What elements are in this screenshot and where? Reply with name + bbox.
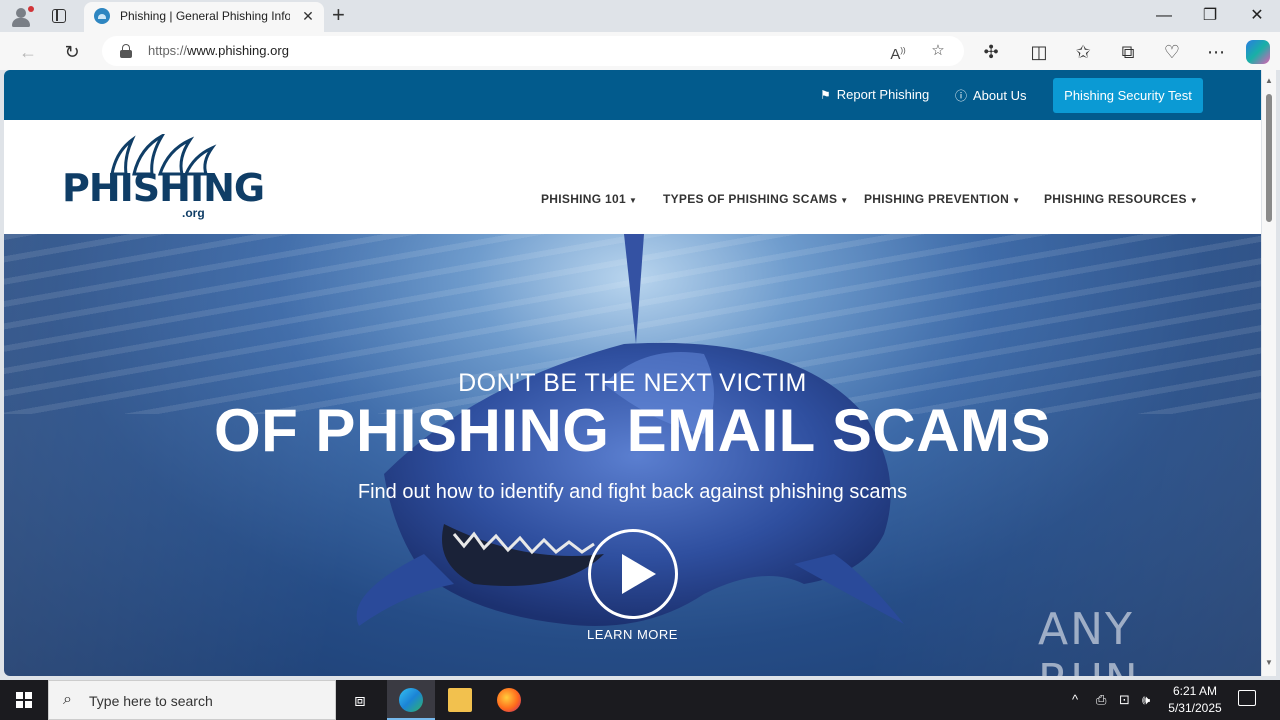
page-scrollbar[interactable]: ▲ ▼ xyxy=(1262,70,1276,676)
chevron-down-icon: ▼ xyxy=(1189,196,1198,205)
system-clock[interactable]: 6:21 AM 5/31/2025 xyxy=(1160,683,1230,717)
url-host: www.phishing.org xyxy=(187,43,289,58)
menu-label: PHISHING PREVENTION xyxy=(864,192,1010,206)
new-tab-button[interactable]: + xyxy=(332,4,350,26)
page-viewport: ⚑ Report Phishing ⓘ About Us Phishing Secu… xyxy=(4,70,1261,676)
file-explorer-icon[interactable] xyxy=(448,688,472,712)
anyrun-watermark: ANY RUN xyxy=(1038,604,1138,676)
profile-icon[interactable] xyxy=(10,6,34,28)
menu-types-of-phishing-scams[interactable]: TYPES OF PHISHING SCAMS ▼ xyxy=(663,192,848,206)
chevron-down-icon: ▼ xyxy=(628,196,638,205)
read-aloud-icon[interactable]: A)) xyxy=(888,41,908,63)
copilot-icon[interactable] xyxy=(1246,40,1270,64)
more-options-icon[interactable]: ⋯ xyxy=(1205,41,1227,63)
about-us-link[interactable]: ⓘ About Us xyxy=(955,87,1027,104)
logo-text: PHISHING xyxy=(62,166,265,210)
restore-button[interactable]: ❐ xyxy=(1200,6,1220,26)
about-us-label: About Us xyxy=(973,88,1027,103)
scroll-up-icon[interactable]: ▲ xyxy=(1264,76,1274,85)
edge-taskbar-active[interactable] xyxy=(387,680,435,720)
browser-tab-bar: Phishing | General Phishing Information … xyxy=(0,0,1280,32)
back-icon[interactable]: ← xyxy=(17,41,39,63)
refresh-icon[interactable]: ↻ xyxy=(61,41,83,63)
chevron-down-icon: ▼ xyxy=(840,196,849,205)
menu-phishing-101[interactable]: PHISHING 101 ▼ xyxy=(541,192,637,206)
clock-time: 6:21 AM xyxy=(1172,684,1218,698)
collections-icon[interactable]: ⧉ xyxy=(1117,41,1139,63)
url-scheme: https:// xyxy=(148,43,188,58)
url-text[interactable]: https://www.phishing.org xyxy=(148,43,289,58)
hero-subtitle: DON'T BE THE NEXT VICTIM xyxy=(458,369,807,397)
site-logo[interactable]: PHISHING .org xyxy=(62,134,265,220)
taskbar-search-box[interactable]: ⌕ Type here to search xyxy=(48,680,336,720)
browser-toolbar: ← ↻ https://www.phishing.org A)) ☆ ✣ ◫ ✩… xyxy=(0,32,1280,70)
menu-phishing-resources[interactable]: PHISHING RESOURCES ▼ xyxy=(1044,192,1198,206)
flag-icon: ⚑ xyxy=(820,88,831,102)
menu-label: TYPES OF PHISHING SCAMS xyxy=(663,192,838,206)
favorite-star-icon[interactable]: ☆ xyxy=(928,41,948,61)
favorites-icon[interactable]: ✩ xyxy=(1072,41,1094,63)
site-favicon-icon xyxy=(94,8,110,24)
extensions-icon[interactable]: ✣ xyxy=(980,41,1002,63)
close-window-button[interactable]: ✕ xyxy=(1247,6,1267,26)
phishing-security-test-button[interactable]: Phishing Security Test xyxy=(1053,78,1203,113)
logo-suffix: .org xyxy=(182,206,205,220)
windows-start-icon[interactable] xyxy=(16,692,32,708)
lock-icon[interactable] xyxy=(120,44,132,58)
device-icon[interactable]: ⎙ xyxy=(1096,692,1106,708)
report-phishing-label: Report Phishing xyxy=(836,87,930,102)
info-icon: ⓘ xyxy=(955,89,968,103)
volume-icon[interactable]: 🕪 xyxy=(1142,692,1150,708)
browser-essentials-icon[interactable]: ♡ xyxy=(1161,41,1183,63)
site-top-bar: ⚑ Report Phishing ⓘ About Us Phishing Secu… xyxy=(4,70,1261,120)
task-view-icon[interactable]: ⧈ xyxy=(348,688,372,712)
search-icon: ⌕ xyxy=(63,691,72,708)
clock-date: 5/31/2025 xyxy=(1168,701,1222,715)
tab-actions-icon[interactable] xyxy=(50,7,70,25)
browser-tab-active[interactable]: Phishing | General Phishing Information … xyxy=(84,2,324,32)
show-hidden-icons-icon[interactable]: ^ xyxy=(1072,692,1078,707)
scroll-down-icon[interactable]: ▼ xyxy=(1264,658,1274,667)
notifications-icon[interactable] xyxy=(1238,690,1256,706)
split-screen-icon[interactable]: ◫ xyxy=(1028,41,1050,63)
play-icon xyxy=(622,554,656,594)
taskbar-search-placeholder: Type here to search xyxy=(89,693,213,709)
edge-icon xyxy=(399,688,423,712)
address-bar[interactable]: https://www.phishing.org A)) ☆ xyxy=(102,36,964,66)
hero-banner: DON'T BE THE NEXT VICTIM OF PHISHING EMA… xyxy=(4,234,1261,676)
tab-title: Phishing | General Phishing Information xyxy=(120,9,290,23)
hero-title: OF PHISHING EMAIL SCAMS xyxy=(213,397,1052,464)
chevron-down-icon: ▼ xyxy=(1012,196,1021,205)
firefox-icon[interactable] xyxy=(497,688,521,712)
network-icon[interactable]: ⊡ xyxy=(1119,692,1130,708)
windows-taskbar: ⌕ Type here to search ⧈ ^ ⎙ ⊡ 🕪 6:21 AM … xyxy=(0,680,1280,720)
hero-description: Find out how to identify and fight back … xyxy=(357,481,908,503)
site-header: PHISHING .org PHISHING 101 ▼ TYPES OF PHI… xyxy=(4,120,1261,234)
minimize-button[interactable]: — xyxy=(1154,6,1174,26)
play-video-button[interactable] xyxy=(588,529,678,619)
menu-label: PHISHING RESOURCES xyxy=(1044,192,1187,206)
menu-phishing-prevention[interactable]: PHISHING PREVENTION ▼ xyxy=(864,192,1020,206)
scrollbar-thumb[interactable] xyxy=(1266,94,1272,222)
report-phishing-link[interactable]: ⚑ Report Phishing xyxy=(820,87,929,102)
menu-label: PHISHING 101 xyxy=(541,192,626,206)
tab-close-icon[interactable]: ✕ xyxy=(300,8,316,24)
